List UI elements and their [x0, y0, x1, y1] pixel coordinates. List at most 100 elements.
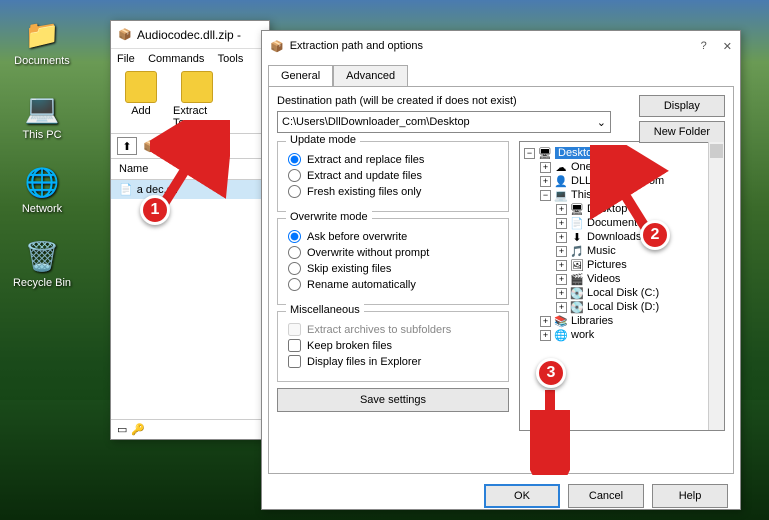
marker-1: 1: [140, 195, 170, 225]
destination-input[interactable]: C:\Users\DllDownloader_com\Desktop ⌄: [277, 111, 611, 133]
pc-icon: 💻: [23, 89, 61, 127]
tree-label: Libraries: [571, 315, 613, 327]
tab-advanced[interactable]: Advanced: [333, 65, 408, 86]
expand-icon[interactable]: −: [540, 190, 551, 201]
folder-icon: 🖼: [570, 259, 584, 271]
dialog-footer: OK Cancel Help: [262, 474, 740, 518]
expand-icon[interactable]: +: [540, 176, 551, 187]
winrar-titlebar[interactable]: 📦 Audiocodec.dll.zip -: [111, 21, 269, 49]
dialog-tabs: General Advanced: [268, 65, 734, 86]
check-display-explorer[interactable]: Display files in Explorer: [288, 355, 498, 368]
tree-label: work: [571, 329, 594, 341]
folder-icon: 📚: [554, 315, 568, 327]
tree-item[interactable]: +🖼Pictures: [524, 258, 704, 272]
group-title: Overwrite mode: [286, 211, 372, 223]
group-title: Miscellaneous: [286, 304, 364, 316]
radio-ask[interactable]: Ask before overwrite: [288, 230, 498, 243]
tree-item[interactable]: +🎵Music: [524, 244, 704, 258]
expand-icon[interactable]: +: [556, 274, 567, 285]
tree-label: Local Disk (C:): [587, 287, 659, 299]
radio-extract-update[interactable]: Extract and update files: [288, 169, 498, 182]
marker-2: 2: [640, 220, 670, 250]
expand-icon[interactable]: +: [556, 232, 567, 243]
winrar-window: 📦 Audiocodec.dll.zip - File Commands Too…: [110, 20, 270, 440]
tree-item[interactable]: +🎬Videos: [524, 272, 704, 286]
ok-button[interactable]: OK: [484, 484, 560, 508]
save-settings-button[interactable]: Save settings: [277, 388, 509, 412]
folder-icon: 🎵: [570, 245, 584, 257]
tree-scrollbar[interactable]: [708, 142, 724, 430]
annotation-arrow-3: [530, 385, 570, 475]
radio-overwrite[interactable]: Overwrite without prompt: [288, 246, 498, 259]
expand-icon[interactable]: +: [556, 204, 567, 215]
folder-icon: 📄: [570, 217, 584, 229]
folder-icon: 🎬: [570, 273, 584, 285]
menu-commands[interactable]: Commands: [148, 53, 204, 65]
icon-label: Network: [22, 203, 62, 215]
overwrite-mode-group: Overwrite mode Ask before overwrite Over…: [277, 218, 509, 305]
menu-tools[interactable]: Tools: [218, 53, 244, 65]
help-button[interactable]: Help: [652, 484, 728, 508]
winrar-icon: 📦: [117, 27, 133, 43]
icon-label: Documents: [14, 55, 70, 67]
display-button[interactable]: Display: [639, 95, 725, 117]
radio-extract-replace[interactable]: Extract and replace files: [288, 153, 498, 166]
destination-value: C:\Users\DllDownloader_com\Desktop: [282, 116, 470, 128]
tree-item[interactable]: +💽Local Disk (C:): [524, 286, 704, 300]
expand-icon[interactable]: +: [556, 288, 567, 299]
expand-icon[interactable]: +: [540, 162, 551, 173]
dialog-titlebar[interactable]: 📦 Extraction path and options ? ✕: [262, 31, 740, 61]
file-icon: 📄: [119, 183, 133, 196]
help-icon[interactable]: ?: [701, 40, 707, 53]
expand-icon[interactable]: +: [556, 260, 567, 271]
expand-icon[interactable]: +: [540, 330, 551, 341]
tree-label: Music: [587, 245, 616, 257]
tree-item[interactable]: +🌐work: [524, 328, 704, 342]
tree-item[interactable]: +💽Local Disk (D:): [524, 300, 704, 314]
tree-item[interactable]: +📚Libraries: [524, 314, 704, 328]
tree-label: Local Disk (D:): [587, 301, 659, 313]
chevron-down-icon[interactable]: ⌄: [597, 116, 606, 129]
folder-icon: ⬇: [570, 231, 584, 243]
radio-fresh-only[interactable]: Fresh existing files only: [288, 185, 498, 198]
radio-rename[interactable]: Rename automatically: [288, 278, 498, 291]
desktop-icon-network[interactable]: 🌐 Network: [10, 163, 74, 215]
status-icon: 🔑: [131, 423, 145, 436]
icon-label: Recycle Bin: [13, 277, 71, 289]
desktop-icon-documents[interactable]: 📁 Documents: [10, 15, 74, 67]
desktop-icons: 📁 Documents 💻 This PC 🌐 Network 🗑️Recycle B…: [10, 15, 74, 289]
misc-group: Miscellaneous Extract archives to subfol…: [277, 311, 509, 382]
folder-icon: 🖥: [570, 203, 584, 215]
winrar-title: Audiocodec.dll.zip -: [137, 28, 241, 42]
tree-label: Pictures: [587, 259, 627, 271]
new-folder-button[interactable]: New Folder: [639, 121, 725, 143]
check-keep-broken[interactable]: Keep broken files: [288, 339, 498, 352]
expand-icon[interactable]: −: [524, 148, 535, 159]
expand-icon[interactable]: +: [540, 316, 551, 327]
update-mode-group: Update mode Extract and replace files Ex…: [277, 141, 509, 212]
folder-icon: 🖥: [538, 147, 552, 159]
folder-icon: 📁: [23, 15, 61, 53]
tab-general[interactable]: General: [268, 65, 333, 86]
icon-label: This PC: [22, 129, 61, 141]
status-icon: ▭: [117, 423, 127, 436]
cancel-button[interactable]: Cancel: [568, 484, 644, 508]
marker-3: 3: [536, 358, 566, 388]
desktop-icon-thispc[interactable]: 💻 This PC: [10, 89, 74, 141]
winrar-icon: 📦: [270, 40, 284, 53]
close-icon[interactable]: ✕: [723, 40, 732, 53]
check-subfolders[interactable]: Extract archives to subfolders: [288, 323, 498, 336]
network-icon: 🌐: [23, 163, 61, 201]
folder-icon: 💽: [570, 301, 584, 313]
expand-icon[interactable]: +: [556, 246, 567, 257]
desktop-icon-recyclebin[interactable]: 🗑️Recycle Bin: [10, 237, 74, 289]
folder-icon: 👤: [554, 175, 568, 187]
extract-icon: [181, 71, 213, 103]
up-button[interactable]: ⬆: [117, 137, 137, 155]
group-title: Update mode: [286, 134, 360, 146]
menu-file[interactable]: File: [117, 53, 135, 65]
expand-icon[interactable]: +: [556, 302, 567, 313]
add-icon: [125, 71, 157, 103]
expand-icon[interactable]: +: [556, 218, 567, 229]
radio-skip[interactable]: Skip existing files: [288, 262, 498, 275]
